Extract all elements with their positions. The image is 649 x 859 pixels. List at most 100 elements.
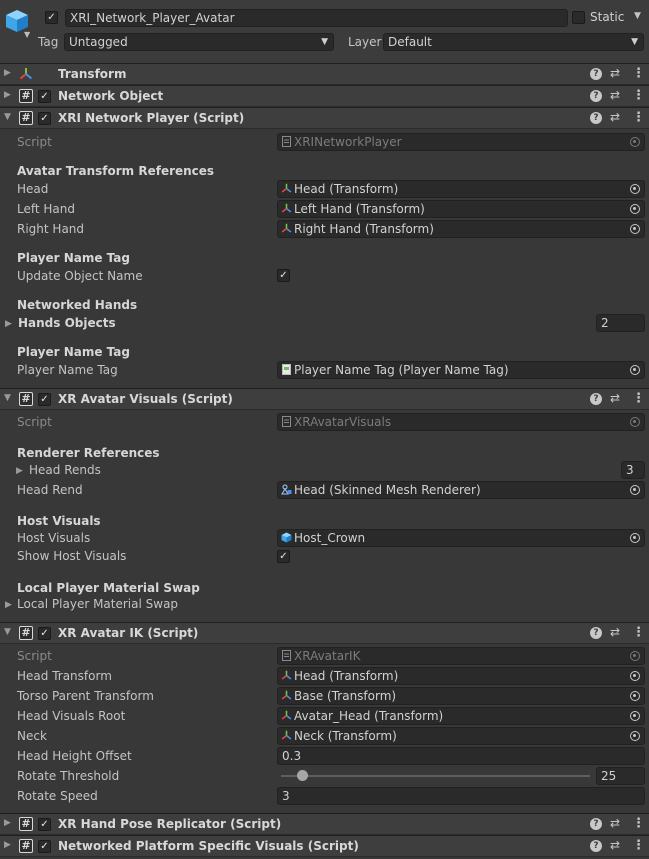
preset-icon[interactable]: ⇄: [610, 391, 620, 405]
object-picker-icon[interactable]: [630, 224, 640, 234]
head-height-offset-input[interactable]: 0.3: [277, 747, 645, 765]
kebab-menu-icon[interactable]: ⋮: [632, 625, 645, 640]
help-icon[interactable]: ?: [590, 840, 602, 852]
xr-avatar-visuals-component-header[interactable]: ▼ # ✓ XR Avatar Visuals (Script) ? ⇄ ⋮: [0, 388, 649, 410]
help-icon[interactable]: ?: [590, 68, 602, 80]
head-object-field[interactable]: Head (Transform): [277, 180, 645, 198]
preset-icon[interactable]: ⇄: [610, 625, 620, 639]
head-transform-object-field[interactable]: Head (Transform): [277, 667, 645, 685]
foldout-arrow-icon[interactable]: ▶: [4, 68, 11, 78]
kebab-menu-icon[interactable]: ⋮: [632, 66, 645, 81]
script-value: XRAvatarIK: [294, 649, 361, 663]
torso-parent-transform-object-field[interactable]: Base (Transform): [277, 687, 645, 705]
script-label: Script: [17, 135, 52, 149]
component-enabled-checkbox[interactable]: ✓: [38, 393, 51, 406]
update-object-name-checkbox[interactable]: ✓: [277, 269, 290, 282]
help-icon[interactable]: ?: [590, 393, 602, 405]
rotate-speed-input[interactable]: 3: [277, 787, 645, 805]
help-icon[interactable]: ?: [590, 112, 602, 124]
preset-icon[interactable]: ⇄: [610, 66, 620, 80]
preset-icon[interactable]: ⇄: [610, 88, 620, 102]
head-rends-size-field[interactable]: 3: [621, 461, 645, 479]
script-hash-icon: #: [19, 839, 33, 853]
section-header: Avatar Transform References: [17, 164, 215, 178]
preset-icon[interactable]: ⇄: [610, 816, 620, 830]
rotate-threshold-input[interactable]: 25: [596, 767, 645, 785]
hands-objects-size-field[interactable]: 2: [596, 314, 645, 332]
foldout-arrow-icon[interactable]: ▼: [4, 112, 11, 122]
foldout-arrow-icon[interactable]: ▶: [4, 840, 11, 850]
preset-icon[interactable]: ⇄: [610, 110, 620, 124]
head-height-offset-label: Head Height Offset: [17, 749, 132, 763]
hands-objects-label[interactable]: Hands Objects: [18, 316, 116, 330]
foldout-arrow-icon[interactable]: ▶: [4, 90, 11, 100]
right-hand-object-field[interactable]: Right Hand (Transform): [277, 220, 645, 238]
torso-parent-transform-label: Torso Parent Transform: [17, 689, 154, 703]
object-picker-icon: [630, 651, 640, 661]
static-checkbox[interactable]: ✓: [572, 11, 585, 24]
object-picker-icon[interactable]: [630, 731, 640, 741]
head-rend-object-field[interactable]: Head (Skinned Mesh Renderer): [277, 481, 645, 499]
component-enabled-checkbox[interactable]: ✓: [38, 627, 51, 640]
host-visuals-value: Host_Crown: [294, 531, 366, 545]
component-title: Network Object: [58, 89, 164, 103]
object-picker-icon[interactable]: [630, 204, 640, 214]
object-picker-icon[interactable]: [630, 533, 640, 543]
xr-hand-pose-replicator-component-header[interactable]: ▶ # ✓ XR Hand Pose Replicator (Script) ?…: [0, 813, 649, 835]
kebab-menu-icon[interactable]: ⋮: [632, 391, 645, 406]
foldout-arrow-icon[interactable]: ▶: [5, 600, 12, 610]
script-value: XRAvatarVisuals: [294, 415, 392, 429]
foldout-arrow-icon[interactable]: ▼: [4, 393, 11, 403]
neck-object-field[interactable]: Neck (Transform): [277, 727, 645, 745]
show-host-visuals-checkbox[interactable]: ✓: [277, 550, 290, 563]
rotate-threshold-slider-track[interactable]: [281, 775, 590, 777]
preset-icon[interactable]: ⇄: [610, 838, 620, 852]
foldout-arrow-icon[interactable]: ▶: [4, 818, 11, 828]
local-player-material-swap-label[interactable]: Local Player Material Swap: [17, 597, 178, 611]
left-hand-object-field[interactable]: Left Hand (Transform): [277, 200, 645, 218]
icon-dropdown-arrow-icon[interactable]: ▼: [24, 30, 30, 39]
head-visuals-root-object-field[interactable]: Avatar_Head (Transform): [277, 707, 645, 725]
object-picker-icon[interactable]: [630, 691, 640, 701]
player-name-tag-object-field[interactable]: Player Name Tag (Player Name Tag): [277, 361, 645, 379]
rotate-threshold-slider-handle[interactable]: [297, 770, 309, 781]
active-checkbox[interactable]: ✓: [45, 11, 58, 24]
component-enabled-checkbox[interactable]: ✓: [38, 840, 51, 853]
static-dropdown-arrow-icon[interactable]: ▼: [634, 11, 641, 21]
kebab-menu-icon[interactable]: ⋮: [632, 110, 645, 125]
xr-avatar-ik-component-header[interactable]: ▼ # ✓ XR Avatar IK (Script) ? ⇄ ⋮: [0, 622, 649, 644]
player-name-tag-label: Player Name Tag: [17, 363, 118, 377]
help-icon[interactable]: ?: [590, 90, 602, 102]
rotate-speed-label: Rotate Speed: [17, 789, 98, 803]
object-picker-icon[interactable]: [630, 671, 640, 681]
foldout-arrow-icon[interactable]: ▶: [5, 319, 12, 329]
component-enabled-checkbox[interactable]: ✓: [38, 818, 51, 831]
foldout-arrow-icon[interactable]: ▼: [4, 627, 11, 637]
component-enabled-checkbox[interactable]: ✓: [38, 112, 51, 125]
object-picker-icon[interactable]: [630, 184, 640, 194]
network-object-component-header[interactable]: ▶ # ✓ Network Object ? ⇄ ⋮: [0, 85, 649, 107]
host-visuals-object-field[interactable]: Host_Crown: [277, 529, 645, 547]
object-picker-icon[interactable]: [630, 365, 640, 375]
transform-component-header[interactable]: ▶ Transform ? ⇄ ⋮: [0, 63, 649, 85]
prefab-cube-icon: [281, 532, 292, 543]
help-icon[interactable]: ?: [590, 627, 602, 639]
foldout-arrow-icon[interactable]: ▶: [16, 466, 23, 476]
xri-network-player-component-header[interactable]: ▼ # ✓ XRI Network Player (Script) ? ⇄ ⋮: [0, 107, 649, 129]
object-name-field[interactable]: XRI_Network_Player_Avatar: [65, 9, 568, 27]
layer-dropdown[interactable]: Default ▼: [383, 33, 644, 51]
script-hash-icon: #: [19, 392, 33, 406]
head-rends-label[interactable]: Head Rends: [29, 463, 101, 477]
networked-platform-visuals-component-header[interactable]: ▶ # ✓ Networked Platform Specific Visual…: [0, 835, 649, 857]
tag-dropdown[interactable]: Untagged ▼: [64, 33, 334, 51]
kebab-menu-icon[interactable]: ⋮: [632, 838, 645, 853]
object-picker-icon[interactable]: [630, 711, 640, 721]
kebab-menu-icon[interactable]: ⋮: [632, 88, 645, 103]
object-picker-icon[interactable]: [630, 485, 640, 495]
skinned-mesh-icon: [281, 484, 292, 495]
script-file-icon: [282, 650, 291, 661]
help-icon[interactable]: ?: [590, 818, 602, 830]
section-header: Host Visuals: [17, 514, 101, 528]
component-enabled-checkbox[interactable]: ✓: [38, 90, 51, 103]
kebab-menu-icon[interactable]: ⋮: [632, 816, 645, 831]
